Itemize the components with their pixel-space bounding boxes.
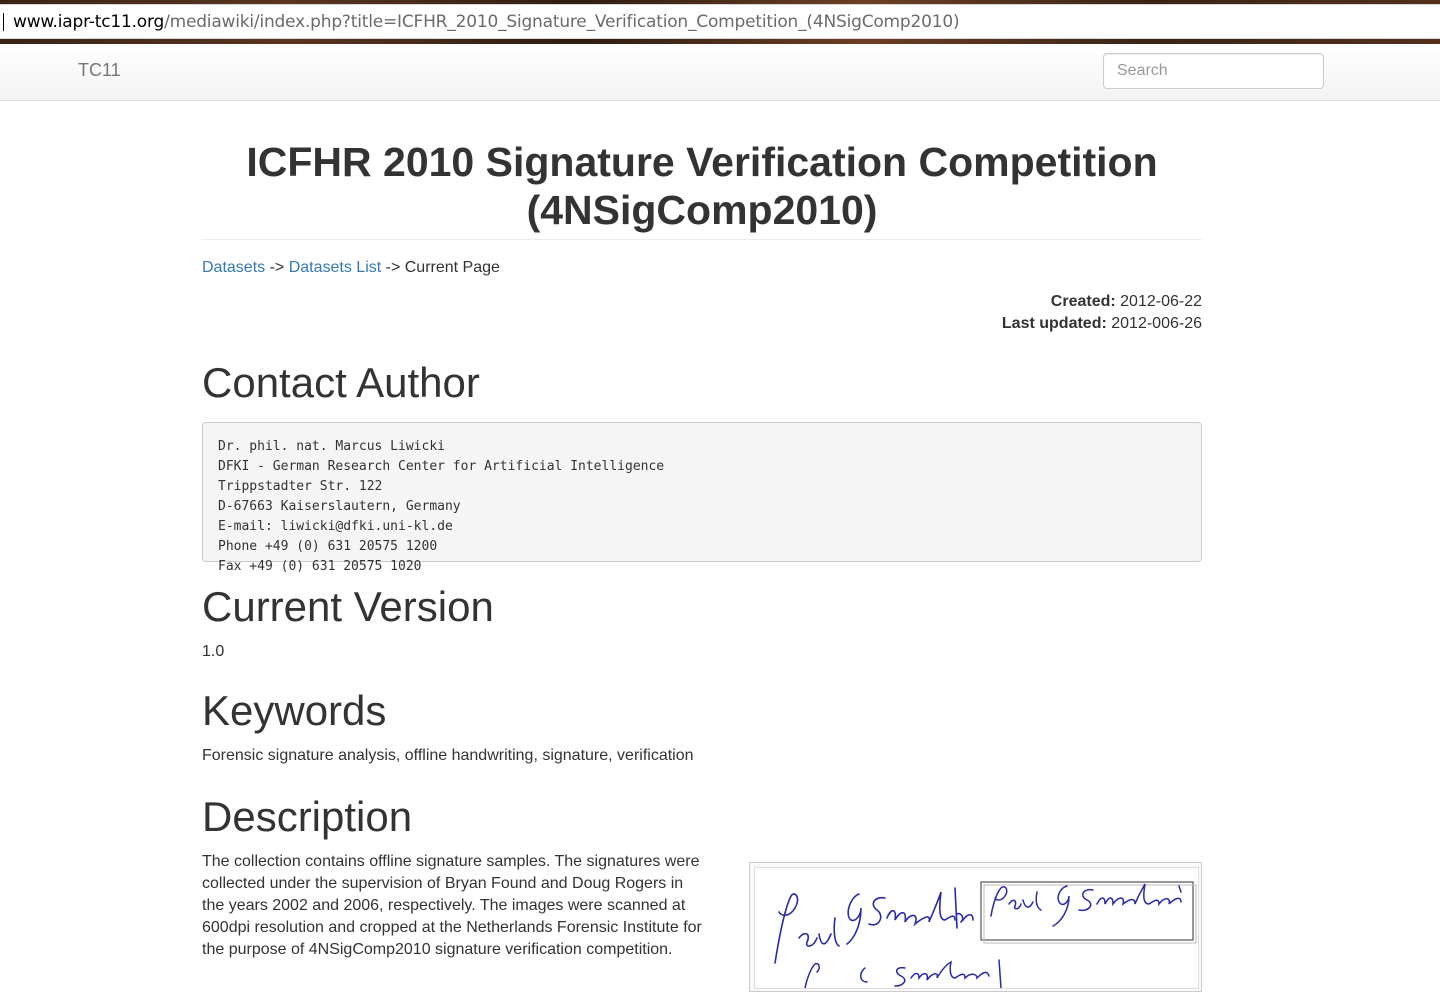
navbar: TC11 [0, 44, 1440, 101]
breadcrumb-datasets-link[interactable]: Datasets [202, 259, 265, 276]
updated-row: Last updated: 2012-006-26 [202, 313, 1202, 335]
created-date: 2012-06-22 [1120, 293, 1202, 310]
address-bar[interactable]: www.iapr-tc11.org/mediawiki/index.php?ti… [0, 4, 1440, 39]
keywords-value: Forensic signature analysis, offline han… [202, 747, 694, 764]
current-version-value: 1.0 [202, 643, 225, 660]
main-content: ICFHR 2010 Signature Verification Compet… [202, 100, 1202, 992]
search-input[interactable] [1103, 53, 1324, 89]
created-row: Created: 2012-06-22 [202, 291, 1202, 313]
keywords-heading: Keywords [202, 687, 387, 734]
description-heading: Description [202, 793, 413, 840]
address-bar-url[interactable]: www.iapr-tc11.org/mediawiki/index.php?ti… [13, 12, 960, 32]
description-section: The collection contains offline signatur… [202, 851, 1202, 992]
text-caret [3, 13, 4, 31]
contact-author-heading: Contact Author [202, 359, 480, 406]
breadcrumb-datasets-list-link[interactable]: Datasets List [289, 259, 381, 276]
brand-link[interactable]: TC11 [78, 60, 121, 81]
breadcrumb-current: Current Page [404, 259, 500, 276]
signature-drawing [774, 881, 1197, 988]
created-label: Created: [1050, 293, 1116, 310]
browser-chrome: www.iapr-tc11.org/mediawiki/index.php?ti… [0, 0, 1440, 44]
updated-label: Last updated: [1001, 315, 1107, 332]
description-text: The collection contains offline signatur… [202, 853, 702, 958]
page-metadata: Created: 2012-06-22 Last updated: 2012-0… [202, 291, 1202, 335]
url-path: /mediawiki/index.php?title=ICFHR_2010_Si… [164, 12, 960, 32]
signature-sample-image [754, 867, 1199, 989]
updated-date: 2012-006-26 [1111, 315, 1202, 332]
breadcrumb: Datasets -> Datasets List -> Current Pag… [202, 259, 1202, 277]
url-host: www.iapr-tc11.org [13, 12, 165, 32]
page-title: ICFHR 2010 Signature Verification Compet… [202, 138, 1202, 240]
breadcrumb-separator: -> [381, 259, 405, 276]
breadcrumb-separator: -> [265, 259, 289, 276]
current-version-heading: Current Version [202, 583, 494, 630]
contact-author-block: Dr. phil. nat. Marcus Liwicki DFKI - Ger… [202, 422, 1202, 574]
signature-sample-thumbnail[interactable] [749, 862, 1202, 992]
